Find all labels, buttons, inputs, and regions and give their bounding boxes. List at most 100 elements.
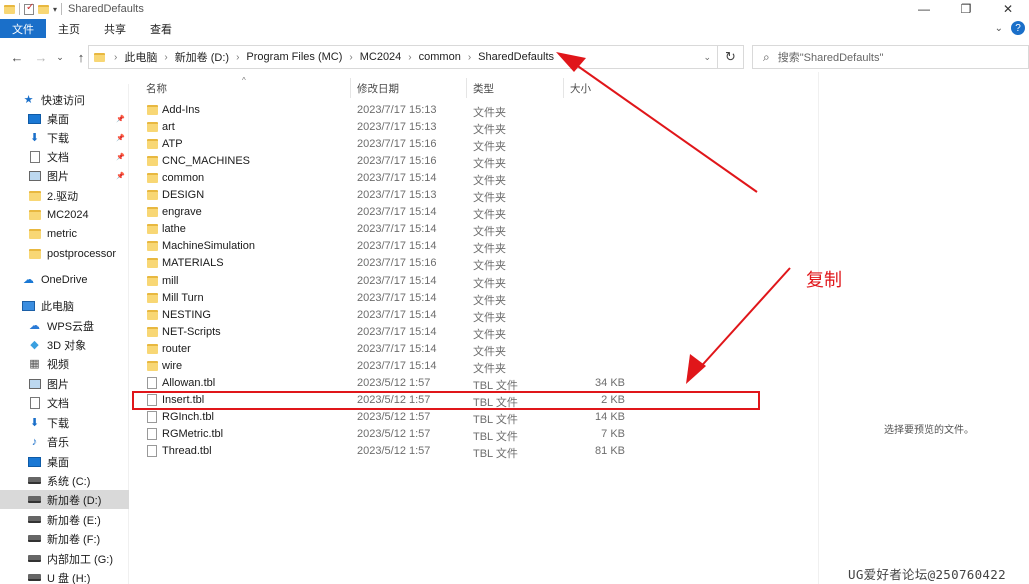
sidebar-item[interactable]: 桌面 xyxy=(0,452,129,471)
sidebar-item[interactable]: 图片 xyxy=(0,374,129,393)
breadcrumb-shareddefaults[interactable]: SharedDefaults xyxy=(474,51,558,63)
file-row[interactable]: engrave 2023/7/17 15:14 文件夹 xyxy=(130,204,730,221)
address-bar[interactable]: › 此电脑 › 新加卷 (D:) › Program Files (MC) › … xyxy=(88,45,718,69)
sidebar-item[interactable]: ▦ 视频 xyxy=(0,354,129,373)
chevron-right-icon[interactable]: › xyxy=(161,52,170,63)
folder-icon xyxy=(147,122,158,133)
breadcrumb-program-files-mc[interactable]: Program Files (MC) xyxy=(242,51,346,63)
sidebar-item-label: 图片 xyxy=(47,378,69,391)
column-header-type[interactable]: 类型 xyxy=(473,78,494,98)
sidebar-item[interactable]: ◆ 3D 对象 xyxy=(0,335,129,354)
file-date: 2023/7/17 15:16 xyxy=(357,155,437,168)
file-row[interactable]: Mill Turn 2023/7/17 15:14 文件夹 xyxy=(130,290,730,307)
sidebar-item[interactable]: 桌面 📌 xyxy=(0,109,129,128)
sidebar-item-label: 图片 xyxy=(47,170,69,183)
folder-icon xyxy=(147,224,158,235)
sidebar-item[interactable]: 图片 📌 xyxy=(0,166,129,185)
maximize-button[interactable]: ❐ xyxy=(945,0,987,18)
sidebar-item[interactable]: 内部加工 (G:) xyxy=(0,549,129,568)
help-icon[interactable]: ? xyxy=(1011,21,1025,35)
tab-share[interactable]: 共享 xyxy=(92,19,138,38)
chevron-down-icon[interactable]: ⌄ xyxy=(703,52,711,63)
sidebar-item[interactable]: 2.驱动 xyxy=(0,186,129,205)
file-row[interactable]: Thread.tbl 2023/5/12 1:57 TBL 文件 81 KB xyxy=(130,443,730,460)
file-row[interactable]: RGInch.tbl 2023/5/12 1:57 TBL 文件 14 KB xyxy=(130,409,730,426)
file-name: DESIGN xyxy=(162,189,205,202)
new-folder-icon[interactable] xyxy=(38,4,49,14)
tab-home[interactable]: 主页 xyxy=(46,19,92,38)
file-row[interactable]: common 2023/7/17 15:14 文件夹 xyxy=(130,170,730,187)
customize-quick-access-icon[interactable]: ▾ xyxy=(53,5,57,14)
file-row[interactable]: art 2023/7/17 15:13 文件夹 xyxy=(130,119,730,136)
sidebar-item[interactable]: 文档 📌 xyxy=(0,147,129,166)
sidebar-item[interactable]: ☁ OneDrive xyxy=(0,270,129,289)
file-date: 2023/7/17 15:14 xyxy=(357,172,437,185)
chevron-right-icon[interactable]: › xyxy=(346,52,355,63)
file-row[interactable]: NESTING 2023/7/17 15:14 文件夹 xyxy=(130,307,730,324)
sidebar-item[interactable]: ⬇ 下载 xyxy=(0,413,129,432)
file-row[interactable]: MATERIALS 2023/7/17 15:16 文件夹 xyxy=(130,255,730,272)
sidebar-item[interactable]: metric xyxy=(0,224,129,243)
sort-ascending-icon: ^ xyxy=(242,76,246,85)
chevron-right-icon[interactable]: › xyxy=(111,52,120,63)
file-row[interactable]: mill 2023/7/17 15:14 文件夹 xyxy=(130,273,730,290)
sidebar-item-label: 桌面 xyxy=(47,456,69,469)
folder-icon xyxy=(147,156,158,167)
chevron-right-icon[interactable]: › xyxy=(233,52,242,63)
expand-ribbon-icon[interactable]: ⌄ xyxy=(995,23,1003,34)
column-divider[interactable] xyxy=(466,78,467,98)
sidebar-item[interactable]: 此电脑 xyxy=(0,296,129,315)
column-header-size[interactable]: 大小 xyxy=(570,78,591,98)
sidebar-item[interactable]: ☁ WPS云盘 xyxy=(0,316,129,335)
sidebar-item[interactable]: ♪ 音乐 xyxy=(0,432,129,451)
file-row[interactable]: RGMetric.tbl 2023/5/12 1:57 TBL 文件 7 KB xyxy=(130,426,730,443)
close-button[interactable]: ✕ xyxy=(987,0,1029,18)
chevron-right-icon[interactable]: › xyxy=(465,52,474,63)
breadcrumb-common[interactable]: common xyxy=(415,51,465,63)
file-row[interactable]: Allowan.tbl 2023/5/12 1:57 TBL 文件 34 KB xyxy=(130,375,730,392)
breadcrumb-drive-d[interactable]: 新加卷 (D:) xyxy=(171,49,233,65)
file-name: MATERIALS xyxy=(162,257,224,270)
file-row[interactable]: wire 2023/7/17 15:14 文件夹 xyxy=(130,358,730,375)
back-button[interactable]: ← xyxy=(8,50,26,65)
file-row[interactable]: CNC_MACHINES 2023/7/17 15:16 文件夹 xyxy=(130,153,730,170)
file-size: 14 KB xyxy=(595,410,625,423)
column-header-date[interactable]: 修改日期 xyxy=(357,78,399,98)
tab-file[interactable]: 文件 xyxy=(0,19,46,38)
sidebar-item[interactable]: ★ 快速访问 xyxy=(0,90,129,109)
sidebar-item[interactable]: 新加卷 (F:) xyxy=(0,529,129,548)
breadcrumb-this-pc[interactable]: 此电脑 xyxy=(120,49,161,65)
properties-icon[interactable] xyxy=(24,2,34,15)
file-row[interactable]: NET-Scripts 2023/7/17 15:14 文件夹 xyxy=(130,324,730,341)
search-input[interactable]: ⌕ 搜索"SharedDefaults" xyxy=(752,45,1029,69)
sidebar-item[interactable]: 新加卷 (E:) xyxy=(0,510,129,529)
column-header-name[interactable]: 名称 xyxy=(146,78,167,98)
column-divider[interactable] xyxy=(350,78,351,98)
file-row[interactable]: Add-Ins 2023/7/17 15:13 文件夹 xyxy=(130,102,730,119)
refresh-button[interactable]: ↻ xyxy=(718,45,744,69)
sidebar-item[interactable]: U 盘 (H:) xyxy=(0,568,129,584)
file-icon xyxy=(147,445,157,457)
wps-cloud-icon: ☁ xyxy=(29,320,40,332)
file-row[interactable]: MachineSimulation 2023/7/17 15:14 文件夹 xyxy=(130,238,730,255)
sidebar-item[interactable]: MC2024 xyxy=(0,205,129,224)
forward-button[interactable]: → xyxy=(32,50,50,65)
file-row[interactable]: lathe 2023/7/17 15:14 文件夹 xyxy=(130,221,730,238)
column-divider[interactable] xyxy=(563,78,564,98)
minimize-button[interactable]: — xyxy=(903,0,945,18)
file-row[interactable]: DESIGN 2023/7/17 15:13 文件夹 xyxy=(130,187,730,204)
pictures-icon xyxy=(28,378,41,390)
sidebar-item[interactable]: 文档 xyxy=(0,393,129,412)
file-row[interactable]: ATP 2023/7/17 15:16 文件夹 xyxy=(130,136,730,153)
file-type: 文件夹 xyxy=(473,243,506,256)
sidebar-item[interactable]: 系统 (C:) xyxy=(0,471,129,490)
sidebar-item[interactable]: 新加卷 (D:) xyxy=(0,490,129,509)
recent-locations-button[interactable]: ⌄ xyxy=(54,52,66,63)
tab-view[interactable]: 查看 xyxy=(138,19,184,38)
chevron-right-icon[interactable]: › xyxy=(405,52,414,63)
sidebar-item[interactable]: postprocessor xyxy=(0,244,129,263)
file-row[interactable]: router 2023/7/17 15:14 文件夹 xyxy=(130,341,730,358)
sidebar-item[interactable]: ⬇ 下载 📌 xyxy=(0,128,129,147)
document-icon xyxy=(28,396,41,409)
breadcrumb-mc2024[interactable]: MC2024 xyxy=(356,51,406,63)
